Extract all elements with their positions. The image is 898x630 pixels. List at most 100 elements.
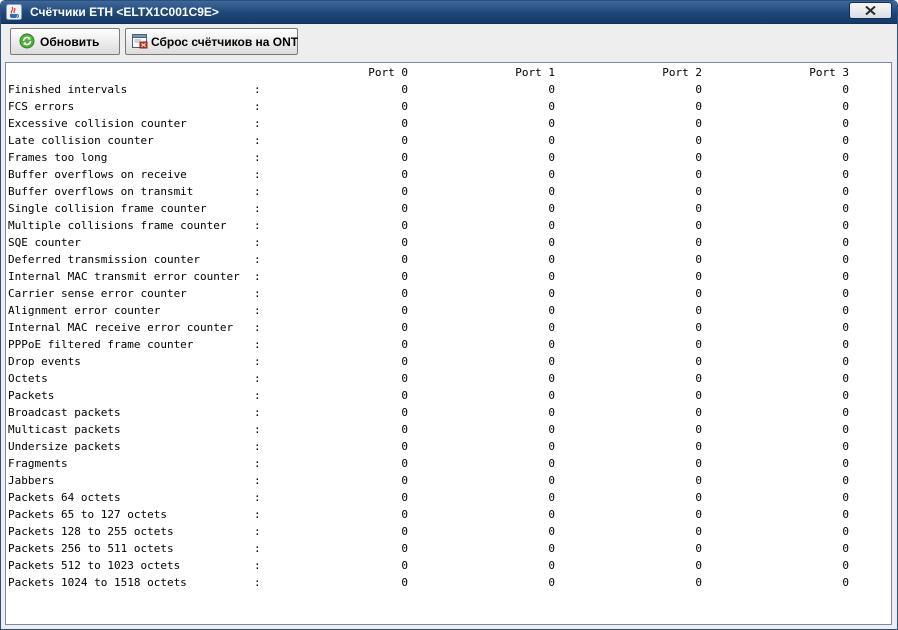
table-row: Octets: 0 0 0 0 <box>6 372 886 389</box>
counter-name: Packets <box>8 389 55 402</box>
counter-name: FCS errors <box>8 100 75 113</box>
counter-value-port-3: 0 <box>842 236 849 249</box>
separator: : <box>254 457 261 470</box>
counter-value-port-0: 0 <box>401 253 408 266</box>
table-row: Carrier sense error counter: 0 0 0 0 <box>6 287 886 304</box>
table-row: Undersize packets: 0 0 0 0 <box>6 440 886 457</box>
counter-value-port-2: 0 <box>695 321 702 334</box>
counter-value-port-3: 0 <box>842 338 849 351</box>
separator: : <box>254 372 261 385</box>
counter-value-port-0: 0 <box>401 440 408 453</box>
counter-name: Packets 256 to 511 octets <box>8 542 174 555</box>
counter-value-port-0: 0 <box>401 185 408 198</box>
counter-name: SQE counter <box>8 236 81 249</box>
separator: : <box>254 287 261 300</box>
separator: : <box>254 202 261 215</box>
counter-value-port-1: 0 <box>548 100 555 113</box>
separator: : <box>254 406 261 419</box>
counter-value-port-2: 0 <box>695 304 702 317</box>
port-header-2: Port 2 <box>662 66 702 79</box>
counter-value-port-3: 0 <box>842 508 849 521</box>
counter-value-port-1: 0 <box>548 474 555 487</box>
counter-value-port-2: 0 <box>695 253 702 266</box>
counter-value-port-0: 0 <box>401 372 408 385</box>
table-row: Packets 128 to 255 octets: 0 0 0 0 <box>6 525 886 542</box>
refresh-button-label: Обновить <box>40 35 100 49</box>
title-bar[interactable]: Счётчики ETH <ELTX1C001C9E> <box>1 1 897 24</box>
counter-value-port-3: 0 <box>842 304 849 317</box>
table-row: PPPoE filtered frame counter: 0 0 0 0 <box>6 338 886 355</box>
counter-name: Fragments <box>8 457 68 470</box>
counter-value-port-3: 0 <box>842 457 849 470</box>
counter-value-port-3: 0 <box>842 134 849 147</box>
table-row: Jabbers: 0 0 0 0 <box>6 474 886 491</box>
separator: : <box>254 355 261 368</box>
counter-value-port-3: 0 <box>842 440 849 453</box>
separator: : <box>254 321 261 334</box>
counter-value-port-2: 0 <box>695 355 702 368</box>
counter-value-port-1: 0 <box>548 287 555 300</box>
separator: : <box>254 508 261 521</box>
table-row: Deferred transmission counter: 0 0 0 0 <box>6 253 886 270</box>
counter-value-port-0: 0 <box>401 100 408 113</box>
counter-name: Late collision counter <box>8 134 154 147</box>
separator: : <box>254 559 261 572</box>
table-row: Finished intervals: 0 0 0 0 <box>6 83 886 100</box>
counter-value-port-1: 0 <box>548 389 555 402</box>
counter-value-port-3: 0 <box>842 151 849 164</box>
separator: : <box>254 338 261 351</box>
counter-value-port-3: 0 <box>842 406 849 419</box>
table-row: Packets: 0 0 0 0 <box>6 389 886 406</box>
counter-name: Drop events <box>8 355 81 368</box>
counter-value-port-2: 0 <box>695 542 702 555</box>
counter-value-port-3: 0 <box>842 389 849 402</box>
close-button[interactable] <box>849 2 892 19</box>
counter-value-port-2: 0 <box>695 525 702 538</box>
separator: : <box>254 83 261 96</box>
counter-value-port-0: 0 <box>401 525 408 538</box>
counters-panel[interactable]: Port 0 Port 1 Port 2 Port 3 Finished interv… <box>5 62 892 625</box>
reset-counters-icon <box>132 33 148 49</box>
counter-value-port-0: 0 <box>401 474 408 487</box>
separator: : <box>254 440 261 453</box>
counter-value-port-2: 0 <box>695 440 702 453</box>
header-row: Port 0 Port 1 Port 2 Port 3 <box>6 66 886 83</box>
counter-value-port-2: 0 <box>695 406 702 419</box>
counter-value-port-2: 0 <box>695 270 702 283</box>
port-header-0: Port 0 <box>368 66 408 79</box>
counter-value-port-1: 0 <box>548 338 555 351</box>
counter-value-port-3: 0 <box>842 576 849 589</box>
table-row: Broadcast packets: 0 0 0 0 <box>6 406 886 423</box>
counter-name: Packets 128 to 255 octets <box>8 525 174 538</box>
counter-value-port-2: 0 <box>695 423 702 436</box>
counter-name: Buffer overflows on receive <box>8 168 187 181</box>
separator: : <box>254 185 261 198</box>
counter-value-port-2: 0 <box>695 338 702 351</box>
separator: : <box>254 525 261 538</box>
counter-name: Packets 1024 to 1518 octets <box>8 576 187 589</box>
counter-value-port-1: 0 <box>548 372 555 385</box>
reset-counters-button[interactable]: Сброс счётчиков на ONT <box>125 28 298 55</box>
table-row: Internal MAC receive error counter: 0 0 0 0 <box>6 321 886 338</box>
counter-value-port-1: 0 <box>548 168 555 181</box>
counter-value-port-2: 0 <box>695 236 702 249</box>
counter-value-port-1: 0 <box>548 253 555 266</box>
window-title: Счётчики ETH <ELTX1C001C9E> <box>30 5 219 19</box>
counter-value-port-1: 0 <box>548 576 555 589</box>
separator: : <box>254 219 261 232</box>
counter-value-port-0: 0 <box>401 304 408 317</box>
separator: : <box>254 576 261 589</box>
counter-value-port-2: 0 <box>695 100 702 113</box>
table-row: Excessive collision counter: 0 0 0 0 <box>6 117 886 134</box>
refresh-button[interactable]: Обновить <box>10 28 120 55</box>
counters-window: Счётчики ETH <ELTX1C001C9E> Обновить Сбр… <box>0 0 898 630</box>
table-row: Alignment error counter: 0 0 0 0 <box>6 304 886 321</box>
counter-value-port-0: 0 <box>401 491 408 504</box>
counter-value-port-2: 0 <box>695 389 702 402</box>
counter-name: Multiple collisions frame counter <box>8 219 227 232</box>
separator: : <box>254 100 261 113</box>
separator: : <box>254 423 261 436</box>
counter-value-port-0: 0 <box>401 389 408 402</box>
counter-name: Broadcast packets <box>8 406 121 419</box>
counter-value-port-1: 0 <box>548 423 555 436</box>
